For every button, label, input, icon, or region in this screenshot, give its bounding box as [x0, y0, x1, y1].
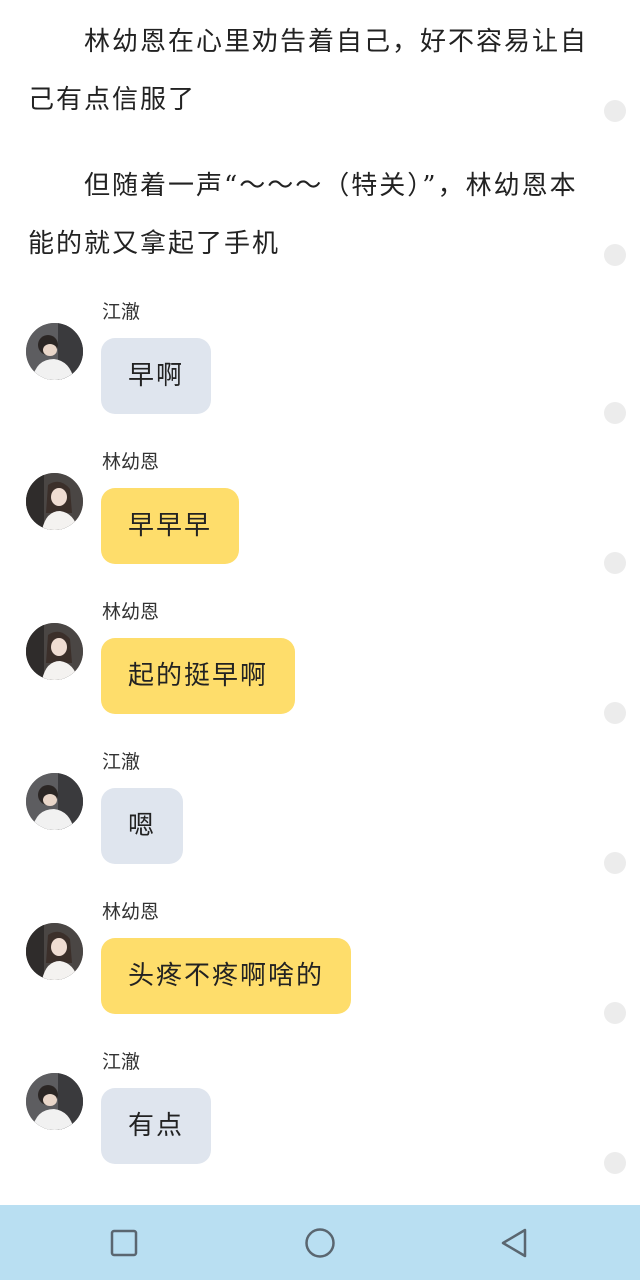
triangle-back-icon — [499, 1227, 529, 1259]
square-recents-icon — [110, 1229, 138, 1257]
story-paragraph: 林幼恩在心里劝告着自己，好不容易让自己有点信服了 — [28, 27, 589, 115]
linyouen-avatar — [26, 623, 83, 680]
sender-name: 江澈 — [102, 301, 141, 323]
chat-message: 林幼恩 起的挺早啊 — [0, 600, 560, 740]
message-bubble[interactable]: 头疼不疼啊啥的 — [101, 938, 352, 1014]
chat-message: 江澈 有点 — [0, 1050, 560, 1190]
reader-page: 林幼恩在心里劝告着自己，好不容易让自己有点信服了 但随着一声“～～～（特关）”，… — [0, 0, 640, 1280]
home-button[interactable] — [300, 1223, 340, 1263]
paragraph-comment-dot[interactable] — [604, 852, 626, 874]
sender-name: 林幼恩 — [102, 601, 160, 623]
chapter-content[interactable]: 林幼恩在心里劝告着自己，好不容易让自己有点信服了 但随着一声“～～～（特关）”，… — [0, 0, 640, 1205]
sender-name: 林幼恩 — [102, 451, 160, 473]
jiangche-avatar — [26, 1073, 83, 1130]
chat-message: 林幼恩 早早早 — [0, 450, 560, 590]
jiangche-avatar — [26, 773, 83, 830]
story-paragraph: 但随着一声“～～～（特关）”，林幼恩本能的就又拿起了手机 — [28, 171, 578, 259]
message-bubble[interactable]: 早早早 — [101, 488, 240, 564]
chat-message: 江澈 嗯 — [0, 750, 560, 890]
chat-message: 林幼恩 头疼不疼啊啥的 — [0, 900, 560, 1040]
back-button[interactable] — [494, 1223, 534, 1263]
linyouen-avatar — [26, 473, 83, 530]
jiangche-avatar — [26, 323, 83, 380]
paragraph-comment-dot[interactable] — [604, 100, 626, 122]
circle-home-icon — [304, 1227, 336, 1259]
linyouen-avatar — [26, 923, 83, 980]
chat-message: 江澈 早啊 — [0, 300, 560, 440]
paragraph-comment-dot[interactable] — [604, 552, 626, 574]
message-bubble[interactable]: 嗯 — [101, 788, 184, 864]
message-bubble[interactable]: 起的挺早啊 — [101, 638, 296, 714]
paragraph-comment-dot[interactable] — [604, 1152, 626, 1174]
recents-button[interactable] — [104, 1223, 144, 1263]
paragraph-comment-dot[interactable] — [604, 402, 626, 424]
message-bubble[interactable]: 有点 — [101, 1088, 212, 1164]
paragraph-comment-dot[interactable] — [604, 244, 626, 266]
paragraph-comment-dot[interactable] — [604, 1002, 626, 1024]
message-bubble[interactable]: 早啊 — [101, 338, 212, 414]
system-navigation-bar — [0, 1205, 640, 1280]
sender-name: 江澈 — [102, 751, 141, 773]
sender-name: 江澈 — [102, 1051, 141, 1073]
paragraph-comment-dot[interactable] — [604, 702, 626, 724]
sender-name: 林幼恩 — [102, 901, 160, 923]
